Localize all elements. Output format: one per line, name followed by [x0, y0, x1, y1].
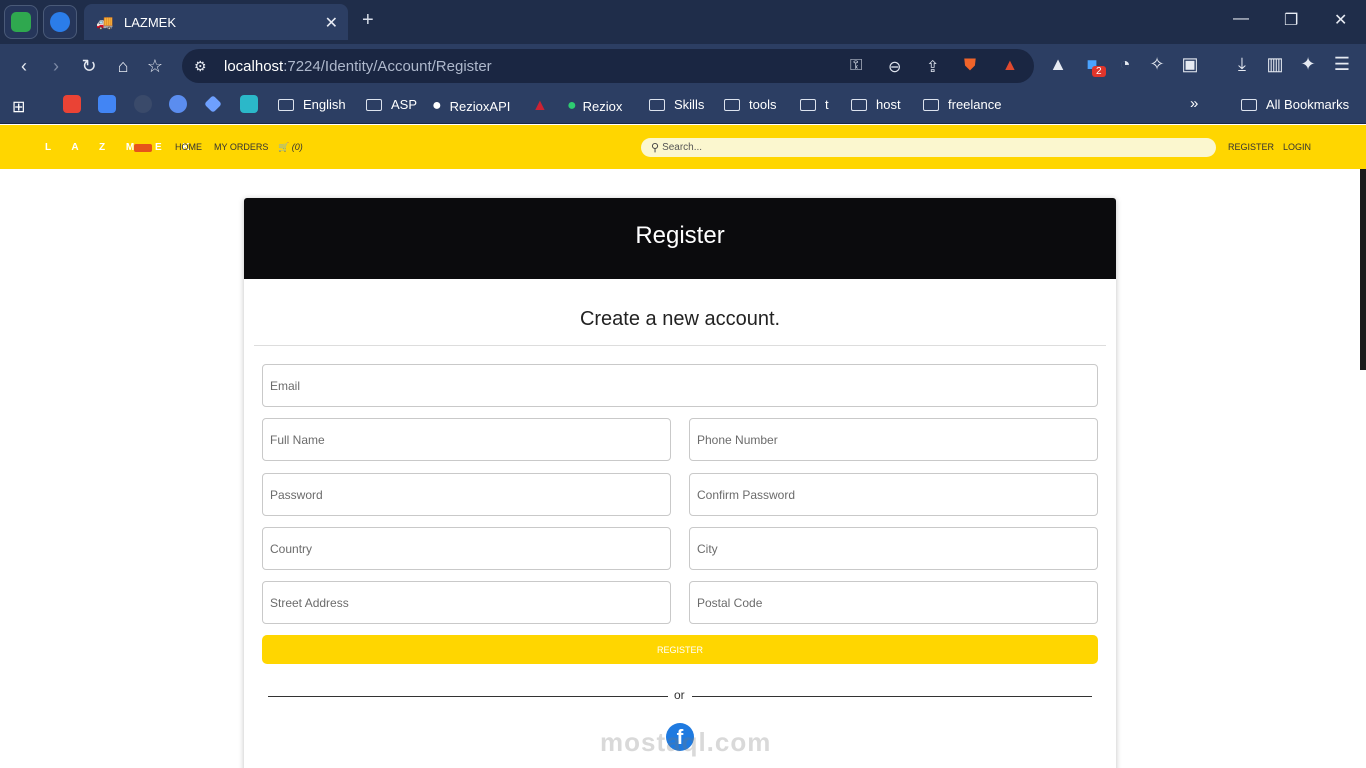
translate-icon[interactable]: [98, 95, 116, 113]
chatgpt-icon[interactable]: [134, 95, 152, 113]
gmail-icon[interactable]: [63, 95, 81, 113]
puzzle-icon[interactable]: ✧: [1145, 54, 1169, 75]
globe-icon: ●: [567, 97, 577, 114]
all-bookmarks[interactable]: All Bookmarks: [1241, 97, 1349, 112]
card-title: Register: [244, 198, 1116, 279]
page-scrollbar[interactable]: [1360, 169, 1366, 370]
extension-icon[interactable]: ▲: [1046, 54, 1070, 75]
register-button[interactable]: REGISTER: [262, 635, 1098, 664]
browser-tab-strip: 🚚 LAZMEK ✕ + — ❐ ✕: [0, 0, 1366, 44]
restore-icon[interactable]: ❐: [1284, 10, 1298, 30]
cart-link[interactable]: 🛒 (0): [278, 142, 303, 153]
folder-icon: [851, 98, 867, 111]
app-icon: [50, 12, 70, 32]
email-field[interactable]: [262, 364, 1098, 407]
search-icon: ⚲: [651, 142, 660, 154]
extension-badge: 2: [1092, 66, 1106, 77]
site-header: L A Z M E K HOME MY ORDERS 🛒 (0) ⚲ Searc…: [0, 125, 1366, 169]
folder-icon: [1241, 98, 1257, 111]
active-tab[interactable]: 🚚 LAZMEK ✕: [84, 4, 348, 40]
back-icon[interactable]: ‹: [12, 54, 36, 78]
bookmark-reziox[interactable]: ● Reziox: [567, 97, 622, 115]
street-address-field[interactable]: [262, 581, 671, 624]
github-icon: ●: [432, 97, 442, 114]
full-name-field[interactable]: [262, 418, 671, 461]
bookmark-asp[interactable]: ASP: [366, 97, 417, 112]
leo-icon[interactable]: ✦: [1296, 54, 1320, 75]
sidebar-icon[interactable]: ▥: [1263, 54, 1287, 75]
home-icon[interactable]: ⌂: [111, 54, 135, 78]
form-subtitle: Create a new account.: [579, 308, 781, 330]
country-field[interactable]: [262, 527, 671, 570]
nav-my-orders[interactable]: MY ORDERS: [214, 142, 268, 152]
bookmark-site-icon[interactable]: [240, 95, 258, 113]
folder-icon: [649, 98, 665, 111]
folder-icon: [724, 98, 740, 111]
pinned-tab[interactable]: [4, 5, 38, 39]
minimize-icon[interactable]: —: [1233, 10, 1249, 28]
folder-icon: [923, 98, 939, 111]
phone-field[interactable]: [689, 418, 1098, 461]
divider-left: [268, 696, 668, 697]
confirm-password-field[interactable]: [689, 473, 1098, 516]
rewards-icon[interactable]: ▲: [1002, 57, 1018, 75]
tab-title: LAZMEK: [124, 14, 177, 30]
bookmark-t[interactable]: t: [800, 97, 829, 112]
key-icon[interactable]: ⚿: [850, 57, 862, 75]
bookmark-rezioxapi[interactable]: ● RezioxAPI: [432, 97, 510, 115]
login-link[interactable]: LOGIN: [1283, 142, 1311, 152]
bookmark-host[interactable]: host: [851, 97, 901, 112]
more-bookmarks-icon[interactable]: »: [1190, 95, 1198, 112]
city-field[interactable]: [689, 527, 1098, 570]
close-tab-icon[interactable]: ✕: [325, 13, 338, 33]
site-info-icon[interactable]: ⚙: [194, 58, 212, 75]
cart-icon: 🛒: [278, 142, 290, 152]
site-search[interactable]: ⚲ Search...: [641, 138, 1216, 157]
gemini-icon[interactable]: [204, 95, 222, 113]
bookmark-icon[interactable]: ☆: [143, 54, 167, 78]
bookmarks-bar: ⊞ English ASP ● RezioxAPI ▲ ● Reziox Skill…: [0, 88, 1366, 124]
folder-icon: [366, 98, 382, 111]
folder-icon: [278, 98, 294, 111]
bookmark-tools[interactable]: tools: [724, 97, 776, 112]
nav-home[interactable]: HOME: [175, 142, 202, 152]
search-placeholder: Search...: [662, 142, 703, 153]
window-close-icon[interactable]: ✕: [1334, 10, 1347, 30]
logo-truck-icon: [134, 144, 152, 152]
register-link[interactable]: REGISTER: [1228, 142, 1274, 152]
divider: [254, 345, 1106, 346]
angular-icon[interactable]: ▲: [532, 97, 548, 115]
postal-code-field[interactable]: [689, 581, 1098, 624]
share-icon[interactable]: ⇪: [926, 57, 939, 77]
register-card: Register Create a new account. REGISTER …: [244, 198, 1116, 768]
brave-shield-icon[interactable]: ⛊: [964, 57, 976, 75]
zoom-icon[interactable]: ⊖: [888, 57, 901, 77]
speed-icon[interactable]: ◔: [1113, 54, 1137, 75]
menu-icon[interactable]: ☰: [1330, 54, 1354, 75]
bookmark-skills[interactable]: Skills: [649, 97, 704, 112]
watermark: mostaql.com: [600, 727, 772, 757]
apps-icon[interactable]: ⊞: [12, 97, 25, 117]
app-icon: [11, 12, 31, 32]
cart-count: (0): [291, 142, 303, 152]
bookmark-english[interactable]: English: [278, 97, 346, 112]
forward-icon[interactable]: ›: [44, 54, 68, 78]
bookmark-freelance[interactable]: freelance: [923, 97, 1001, 112]
password-field[interactable]: [262, 473, 671, 516]
bookmark-site-icon[interactable]: [169, 95, 187, 113]
or-label: or: [674, 688, 685, 702]
url-text: localhost:7224/Identity/Account/Register: [224, 57, 492, 75]
new-tab-icon[interactable]: +: [362, 9, 374, 32]
truck-icon: 🚚: [96, 14, 114, 30]
divider-right: [692, 696, 1092, 697]
screenshot-icon[interactable]: ▣: [1178, 54, 1202, 75]
address-bar[interactable]: ⚙ localhost:7224/Identity/Account/Regist…: [182, 49, 1034, 83]
download-icon[interactable]: ⤓: [1230, 54, 1254, 75]
pinned-tab[interactable]: [43, 5, 77, 39]
folder-icon: [800, 98, 816, 111]
reload-icon[interactable]: ↻: [77, 54, 101, 78]
browser-toolbar: ‹ › ↻ ⌂ ☆ ⚙ localhost:7224/Identity/Acco…: [0, 44, 1366, 88]
